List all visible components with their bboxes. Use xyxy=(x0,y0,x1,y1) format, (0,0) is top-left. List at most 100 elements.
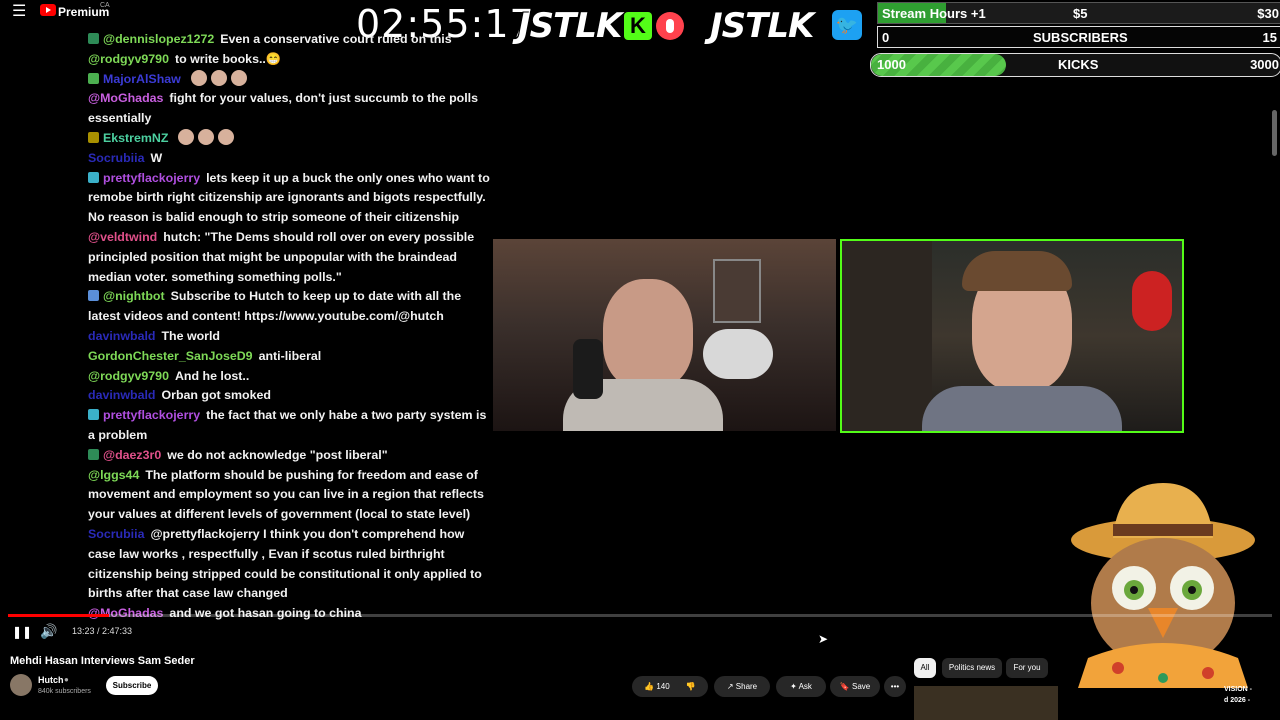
chat-text: The platform should be pushing for freed… xyxy=(88,467,484,522)
save-label: Save xyxy=(851,682,871,691)
goal-kicks: 1000 KICKS 3000 xyxy=(870,53,1280,77)
mouse-cursor-icon: ➤ xyxy=(818,632,829,646)
chat-message: @rodgyv9790 And he lost.. xyxy=(88,367,490,387)
share-label: Share xyxy=(735,682,758,691)
recommended-video-thumbnail[interactable] xyxy=(914,686,1058,720)
country-code: CA xyxy=(100,2,110,9)
chat-username: @MoGhadas xyxy=(88,91,164,106)
chat-username: prettyflackojerry xyxy=(103,408,201,423)
chat-badge-icon xyxy=(88,72,99,84)
chat-emote-icon xyxy=(178,128,195,145)
chat-message: @rodgyv9790 to write books..😁 xyxy=(88,50,490,70)
chat-badge-icon xyxy=(88,409,99,421)
chat-username: @veldtwind xyxy=(88,229,158,244)
share-icon: ↗ xyxy=(726,682,734,691)
owl-mascot-icon xyxy=(1071,483,1255,688)
chat-text: Orban got smoked xyxy=(161,388,271,403)
channel-name[interactable]: Hutch xyxy=(38,675,64,685)
webcam-host xyxy=(840,239,1184,433)
webcam-guest xyxy=(493,239,836,431)
chat-message: davinwbald The world xyxy=(88,327,490,347)
chat-message: GordonChester_SanJoseD9 anti-liberal xyxy=(88,347,490,367)
progress-bar[interactable] xyxy=(8,614,1272,617)
sparkle-icon: ✦ xyxy=(790,682,797,691)
chat-message: MajorAlShaw xyxy=(88,69,490,90)
chat-message: @nightbot Subscribe to Hutch to keep up t… xyxy=(88,287,490,327)
goal-subs-target: 15 xyxy=(1262,30,1277,45)
chat-emote-icon xyxy=(230,69,247,86)
chat-username: davinwbald xyxy=(88,388,156,403)
subscribe-button[interactable]: Subscribe xyxy=(106,676,158,695)
menu-icon[interactable]: ☰ xyxy=(12,4,30,20)
channel-avatar[interactable] xyxy=(10,674,32,696)
chat-text: Even a conservative court ruled on this xyxy=(220,32,452,46)
chat-username: @daez3r0 xyxy=(103,447,162,462)
chat-message: @MoGhadas fight for your values, don't ju… xyxy=(88,89,490,129)
goal-hours-mid: $5 xyxy=(1073,6,1088,21)
filter-chip-all[interactable]: All xyxy=(914,658,936,678)
chat-badge-icon xyxy=(88,171,99,183)
save-button[interactable]: 🔖 Save xyxy=(830,676,880,697)
chat-emote-icon xyxy=(210,69,227,86)
chat-username: Socrubiia xyxy=(88,150,145,165)
chat-text: we do not acknowledge "post liberal" xyxy=(167,447,388,462)
chat-message: @dennislopez1272 Even a conservative cour… xyxy=(88,30,490,50)
jstlk-logo-kick: JSTLK xyxy=(518,6,622,46)
chat-message: davinwbald Orban got smoked xyxy=(88,386,490,406)
like-icon[interactable]: 👍 xyxy=(644,682,654,691)
youtube-logo-icon[interactable] xyxy=(40,4,56,16)
bookmark-icon: 🔖 xyxy=(839,682,850,691)
share-button[interactable]: ↗ Share xyxy=(714,676,770,697)
patreon-icon xyxy=(656,12,684,40)
chat-message: @veldtwind hutch: "The Dems should roll o… xyxy=(88,228,490,287)
chat-text: The world xyxy=(161,328,220,343)
goal-hours-end: $30 xyxy=(1257,6,1279,21)
video-title: Mehdi Hasan Interviews Sam Seder xyxy=(10,655,195,667)
reco-line-1: VISION - xyxy=(1224,686,1253,693)
pause-button[interactable]: ❚❚ xyxy=(12,625,32,639)
chat-text: @prettyflackojerry I think you don't com… xyxy=(88,526,482,601)
goal-subscribers: 0 SUBSCRIBERS 15 xyxy=(877,26,1280,48)
time-display: 13:23 / 2:47:33 xyxy=(72,626,133,636)
chat-username: @nightbot xyxy=(103,289,165,304)
chat-username: @lggs44 xyxy=(88,467,140,482)
chat-message: prettyflackojerry lets keep it up a buck … xyxy=(88,169,490,228)
like-dislike-group[interactable]: 👍 140 👎 xyxy=(632,676,708,697)
kick-icon: K xyxy=(624,12,652,40)
filter-chip-politics[interactable]: Politics news xyxy=(942,658,1002,678)
chat-username: @rodgyv9790 xyxy=(88,51,169,66)
subscriber-count: 840k subscribers xyxy=(38,688,91,695)
chat-badge-icon xyxy=(88,448,99,460)
goal-hours-label: Stream Hours +1 xyxy=(882,6,986,21)
goal-subs-current: 0 xyxy=(882,30,890,45)
chat-badge-icon xyxy=(88,33,99,44)
chat-message: Socrubiia @prettyflackojerry I think you … xyxy=(88,525,490,604)
dislike-icon[interactable]: 👎 xyxy=(686,682,696,691)
chat-emote-icon xyxy=(190,69,207,86)
chat-emote-icon xyxy=(198,128,215,145)
goal-kicks-label: KICKS xyxy=(1058,57,1099,72)
twitter-icon: 🐦 xyxy=(832,10,862,40)
volume-icon[interactable]: 🔊 xyxy=(40,623,57,640)
ask-button[interactable]: ✦ Ask xyxy=(776,676,826,697)
goal-kicks-current: 1000 xyxy=(877,57,906,72)
chat-username: EkstremNZ xyxy=(103,130,169,145)
chat-text: anti-liberal xyxy=(258,348,322,363)
goal-kicks-target: 3000 xyxy=(1250,57,1279,72)
chat-text: W xyxy=(150,150,163,165)
chat-username: @rodgyv9790 xyxy=(88,368,169,383)
jstlk-logo-twitter: JSTLK xyxy=(710,6,814,46)
chat-username: prettyflackojerry xyxy=(103,170,201,185)
more-actions-button[interactable]: ••• xyxy=(884,676,906,697)
goal-stream-hours: Stream Hours +1 $5 $30 xyxy=(877,2,1280,24)
page-scrollbar[interactable] xyxy=(1272,110,1277,156)
chat-message: Socrubiia W xyxy=(88,149,490,169)
chat-message: @daez3r0 we do not acknowledge "post libe… xyxy=(88,446,490,466)
chat-text: And he lost.. xyxy=(174,368,250,383)
chat-username: @dennislopez1272 xyxy=(103,32,215,46)
chat-text: to write books..😁 xyxy=(174,51,282,66)
like-count: 140 xyxy=(656,682,670,691)
chat-message: prettyflackojerry the fact that we only h… xyxy=(88,406,490,446)
recommended-video-title[interactable]: VISION - d 2026 - xyxy=(1224,684,1252,706)
filter-chip-for-you[interactable]: For you xyxy=(1006,658,1048,678)
